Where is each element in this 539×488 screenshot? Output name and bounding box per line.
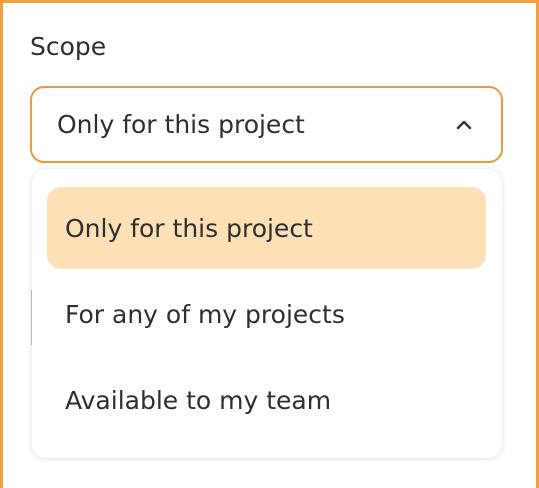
scope-selected-value: Only for this project [57,109,305,139]
scope-dropdown-menu: Only for this project For any of my proj… [32,169,502,458]
scope-option-any-of-my-projects[interactable]: For any of my projects [47,273,486,355]
chevron-up-icon [453,114,475,136]
scope-option-only-this-project[interactable]: Only for this project [47,187,486,269]
scope-option-available-to-team[interactable]: Available to my team [47,359,486,441]
scope-select[interactable]: Only for this project [30,86,503,163]
scope-label: Scope [30,32,107,61]
